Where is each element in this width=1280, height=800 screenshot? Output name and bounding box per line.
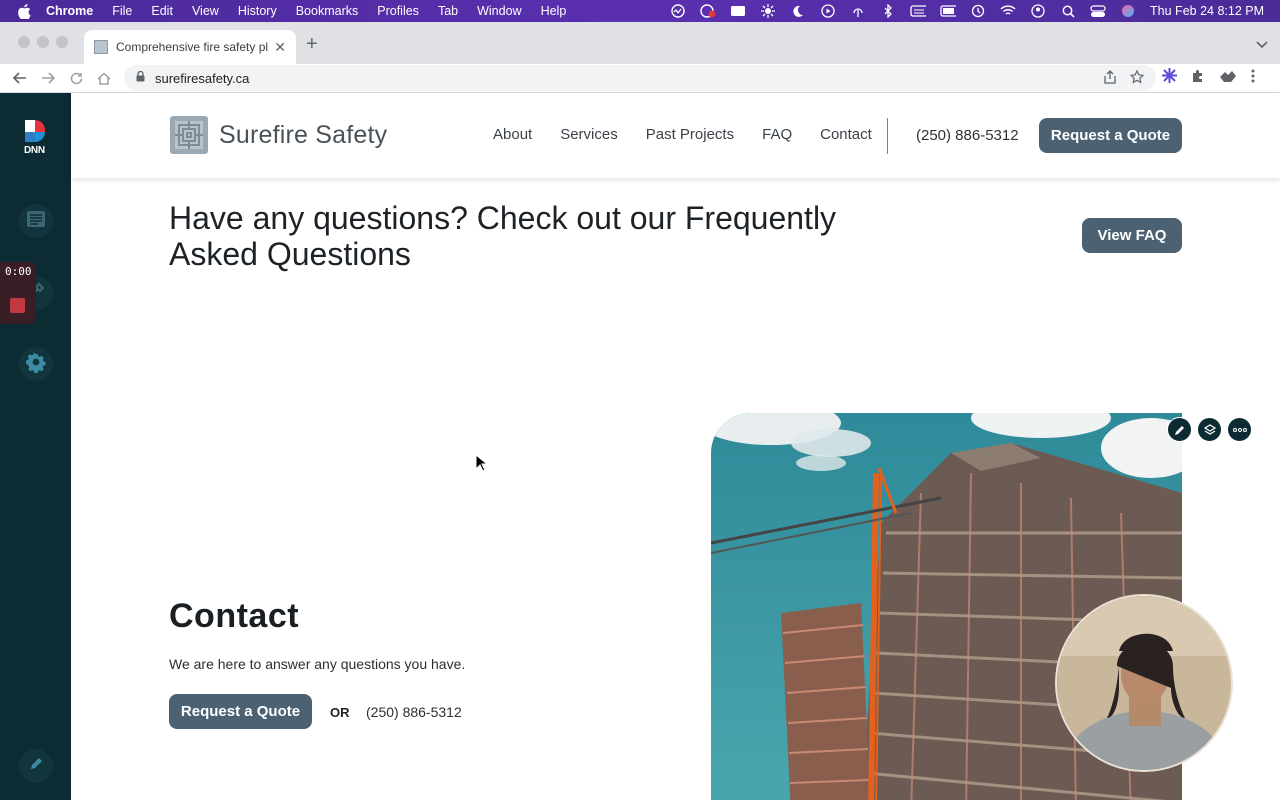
play-icon[interactable]	[820, 4, 836, 18]
menu-window[interactable]: Window	[477, 4, 521, 18]
stop-recording-icon[interactable]	[10, 298, 25, 313]
tab-search-chevron-icon[interactable]	[1256, 36, 1268, 54]
menu-tab[interactable]: Tab	[438, 4, 458, 18]
brightness-icon[interactable]	[760, 4, 776, 18]
share-icon[interactable]	[1104, 69, 1116, 89]
mouse-cursor	[475, 453, 489, 477]
display-icon[interactable]	[730, 5, 746, 17]
extension-bird-icon[interactable]	[1219, 69, 1237, 88]
airdrop-icon[interactable]	[850, 5, 866, 17]
nav-about[interactable]: About	[493, 126, 532, 143]
pencil-icon	[29, 757, 43, 776]
extensions-puzzle-icon[interactable]	[1191, 69, 1205, 88]
faq-heading: Have any questions? Check out our Freque…	[169, 200, 837, 272]
close-window-button[interactable]	[18, 36, 30, 48]
module-edit-tools	[1167, 417, 1252, 442]
omnibox-actions	[1104, 65, 1145, 93]
brand-name: Surefire Safety	[219, 120, 388, 149]
dnn-persona-bar: DNN 0:00	[0, 93, 71, 800]
browser-toolbar: surefiresafety.ca	[0, 64, 1280, 93]
menubar-clock[interactable]: Thu Feb 24 8:12 PM	[1150, 4, 1264, 18]
wifi-icon[interactable]	[1000, 5, 1016, 17]
contact-title: Contact	[169, 597, 300, 635]
browser-tab[interactable]: Comprehensive fire safety plan ✕	[84, 30, 296, 64]
or-label: OR	[330, 705, 350, 720]
tab-title: Comprehensive fire safety plan	[116, 40, 269, 54]
contact-request-quote-button[interactable]: Request a Quote	[169, 694, 312, 729]
moon-icon[interactable]	[790, 5, 806, 17]
layers-icon[interactable]	[1197, 417, 1222, 442]
nav-faq[interactable]: FAQ	[762, 126, 792, 143]
window-controls	[18, 36, 68, 48]
nav-past-projects[interactable]: Past Projects	[646, 126, 734, 143]
main-nav: About Services Past Projects FAQ Contact	[493, 126, 872, 143]
minimize-window-button[interactable]	[37, 36, 49, 48]
content-icon	[26, 210, 46, 233]
nav-services[interactable]: Services	[560, 126, 618, 143]
tab-close-icon[interactable]: ✕	[274, 39, 286, 56]
nav-divider	[887, 118, 888, 154]
battery-icon[interactable]	[940, 5, 957, 17]
bookmark-star-icon[interactable]	[1129, 69, 1145, 89]
activity-icon[interactable]	[670, 4, 686, 18]
home-button[interactable]	[90, 66, 118, 90]
tab-favicon-icon	[94, 40, 108, 54]
siri-icon[interactable]	[1120, 5, 1136, 17]
menu-profiles[interactable]: Profiles	[377, 4, 419, 18]
zoom-window-button[interactable]	[56, 36, 68, 48]
new-tab-button[interactable]: +	[306, 33, 318, 56]
timer-text: 0:00	[5, 265, 32, 278]
forward-button[interactable]	[34, 66, 62, 90]
macos-menubar: Chrome File Edit View History Bookmarks …	[0, 0, 1280, 22]
extensions-area	[1162, 64, 1255, 92]
dnn-logo-text: DNN	[24, 145, 45, 156]
more-options-icon[interactable]	[1227, 417, 1252, 442]
record-icon[interactable]	[700, 4, 716, 18]
header-phone-link[interactable]: (250) 886-5312	[916, 127, 1019, 144]
contact-phone-link[interactable]: (250) 886-5312	[366, 704, 462, 720]
settings-menu-button[interactable]	[19, 347, 53, 381]
status-icons: Thu Feb 24 8:12 PM	[670, 4, 1264, 18]
control-center-icon[interactable]	[1090, 4, 1106, 17]
edit-pencil-icon[interactable]	[1167, 417, 1192, 442]
gear-icon	[25, 351, 47, 378]
tab-strip: Comprehensive fire safety plan ✕ +	[0, 22, 1280, 64]
time-machine-icon[interactable]	[970, 4, 986, 18]
chrome-menu-icon[interactable]	[1251, 69, 1255, 88]
back-button[interactable]	[6, 66, 34, 90]
site-header: Surefire Safety About Services Past Proj…	[71, 93, 1280, 178]
menu-history[interactable]: History	[238, 4, 277, 18]
contact-text: We are here to answer any questions you …	[169, 656, 466, 672]
menu-edit[interactable]: Edit	[151, 4, 173, 18]
menu-file[interactable]: File	[112, 4, 132, 18]
address-bar[interactable]: surefiresafety.ca	[124, 65, 1156, 91]
menu-view[interactable]: View	[192, 4, 219, 18]
extension-flower-icon[interactable]	[1162, 68, 1177, 88]
presenter-webcam	[1055, 594, 1233, 772]
search-icon[interactable]	[1060, 5, 1076, 18]
surefire-logo-icon	[169, 115, 209, 155]
menu-app-name[interactable]: Chrome	[46, 4, 93, 18]
bluetooth-icon[interactable]	[880, 4, 896, 18]
recording-timer[interactable]: 0:00	[0, 262, 36, 324]
edit-mode-button[interactable]	[19, 749, 53, 783]
view-faq-button[interactable]: View FAQ	[1082, 218, 1182, 253]
url-text: surefiresafety.ca	[155, 70, 250, 86]
header-request-quote-button[interactable]: Request a Quote	[1039, 118, 1182, 153]
nav-contact[interactable]: Contact	[820, 126, 872, 143]
user-icon[interactable]	[1030, 4, 1046, 18]
menu-help[interactable]: Help	[541, 4, 567, 18]
apple-icon[interactable]	[16, 3, 32, 19]
reload-button[interactable]	[62, 66, 90, 90]
content-menu-button[interactable]	[19, 204, 53, 238]
keyboard-icon[interactable]	[910, 5, 927, 17]
dnn-logo[interactable]: DNN	[22, 119, 48, 156]
menu-bookmarks[interactable]: Bookmarks	[296, 4, 359, 18]
site-brand[interactable]: Surefire Safety	[169, 115, 387, 155]
lock-icon[interactable]	[136, 69, 145, 87]
